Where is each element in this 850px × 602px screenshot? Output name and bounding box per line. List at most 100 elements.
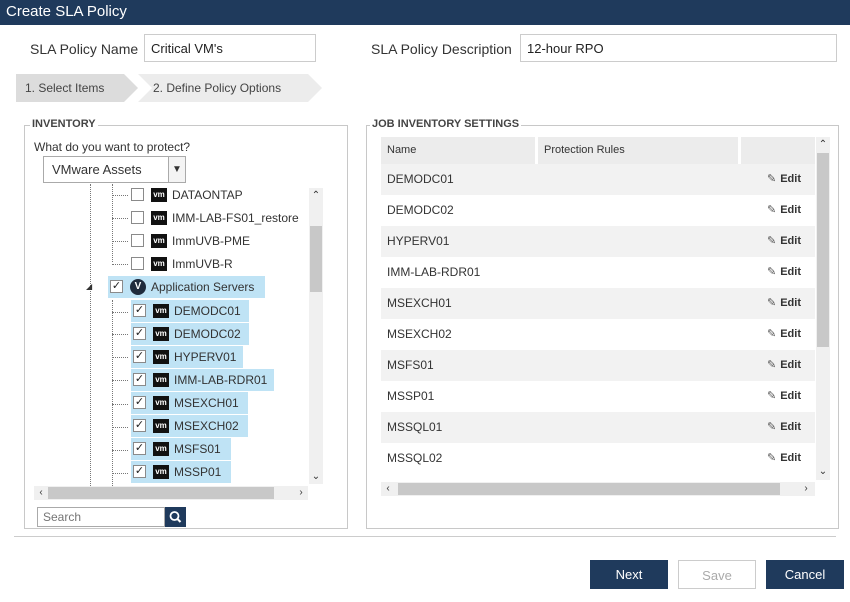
tree-item-label: DEMODC01 xyxy=(174,304,241,318)
policy-description-input[interactable] xyxy=(520,34,837,62)
scroll-right-icon[interactable]: › xyxy=(799,482,813,496)
tree-item[interactable]: ✓ vm MSEXCH02 xyxy=(131,415,248,437)
row-name: MSSP01 xyxy=(387,389,435,403)
vm-icon: vm xyxy=(153,326,169,341)
scroll-up-icon[interactable]: ⌃ xyxy=(816,138,830,152)
scroll-left-icon[interactable]: ‹ xyxy=(34,486,48,500)
checkbox-checked[interactable]: ✓ xyxy=(133,327,146,341)
search-button[interactable] xyxy=(165,507,186,527)
scroll-down-icon[interactable]: ⌄ xyxy=(816,465,830,479)
scroll-right-icon[interactable]: › xyxy=(294,486,308,500)
checkbox-checked[interactable]: ✓ xyxy=(133,373,146,387)
tree-item[interactable]: vm ImmUVB-PME xyxy=(131,230,250,252)
vm-icon: vm xyxy=(151,210,167,225)
table-row: MSSQL01 ✎ Edit xyxy=(381,412,815,443)
inventory-tree[interactable]: ◢ vm DATAONTAP vm IMM-LAB-FS01_restore vm I… xyxy=(34,184,324,486)
chevron-down-icon[interactable]: ▼ xyxy=(168,157,185,182)
checkbox-checked[interactable]: ✓ xyxy=(110,280,123,294)
checkbox-checked[interactable]: ✓ xyxy=(133,465,146,479)
checkbox-checked[interactable]: ✓ xyxy=(133,396,146,410)
tree-item[interactable]: vm DATAONTAP xyxy=(131,184,243,206)
edit-button[interactable]: ✎ Edit xyxy=(767,257,801,288)
tree-item[interactable]: ✓ vm DEMODC02 xyxy=(131,323,249,345)
pencil-icon: ✎ xyxy=(767,204,777,216)
save-button[interactable]: Save xyxy=(678,560,756,589)
checkbox[interactable] xyxy=(131,257,144,271)
vm-icon: vm xyxy=(153,464,169,479)
scrollbar-thumb[interactable] xyxy=(310,226,322,292)
tree-item-label: ImmUVB-PME xyxy=(172,234,250,248)
column-header-name[interactable]: Name xyxy=(381,137,535,164)
row-name: MSSQL01 xyxy=(387,420,443,434)
collapse-icon[interactable]: ◢ xyxy=(86,282,92,291)
edit-button[interactable]: ✎ Edit xyxy=(767,164,801,195)
edit-button[interactable]: ✎ Edit xyxy=(767,226,801,257)
inventory-vertical-scrollbar[interactable] xyxy=(309,188,323,484)
tree-item[interactable]: ✓ vm DEMODC01 xyxy=(131,300,249,322)
vm-icon: vm xyxy=(151,187,167,202)
column-header-protection-rules[interactable]: Protection Rules xyxy=(538,137,738,164)
checkbox[interactable] xyxy=(131,234,144,248)
wizard-step-define-policy[interactable]: 2. Define Policy Options xyxy=(138,74,322,102)
edit-label: Edit xyxy=(780,266,801,278)
checkbox-checked[interactable]: ✓ xyxy=(133,442,146,456)
scroll-down-icon[interactable]: ⌄ xyxy=(309,470,323,484)
policy-name-input[interactable] xyxy=(144,34,316,62)
pencil-icon: ✎ xyxy=(767,421,777,433)
checkbox-checked[interactable]: ✓ xyxy=(133,419,146,433)
tree-item-label: IMM-LAB-RDR01 xyxy=(174,373,268,387)
edit-button[interactable]: ✎ Edit xyxy=(767,350,801,381)
edit-label: Edit xyxy=(780,390,801,402)
vm-icon: vm xyxy=(153,441,169,456)
tree-item[interactable]: vm ImmUVB-R xyxy=(131,253,233,275)
edit-button[interactable]: ✎ Edit xyxy=(767,381,801,412)
edit-button[interactable]: ✎ Edit xyxy=(767,412,801,443)
pencil-icon: ✎ xyxy=(767,452,777,464)
asset-type-select[interactable]: VMware Assets ▼ xyxy=(43,156,186,183)
checkbox[interactable] xyxy=(131,211,144,225)
tree-item-label: DATAONTAP xyxy=(172,188,243,202)
table-row: HYPERV01 ✎ Edit xyxy=(381,226,815,257)
edit-label: Edit xyxy=(780,204,801,216)
vm-icon: vm xyxy=(151,233,167,248)
tree-item-application-servers[interactable]: ✓ V Application Servers xyxy=(108,276,265,298)
job-grid-vertical-scrollbar[interactable] xyxy=(816,137,830,480)
inventory-horizontal-scrollbar[interactable] xyxy=(34,486,308,500)
scrollbar-thumb[interactable] xyxy=(398,483,780,495)
edit-button[interactable]: ✎ Edit xyxy=(767,195,801,226)
scrollbar-thumb[interactable] xyxy=(48,487,274,499)
checkbox[interactable] xyxy=(131,188,144,202)
tree-item-label: IMM-LAB-FS01_restore xyxy=(172,211,299,225)
tree-item[interactable]: ✓ vm HYPERV01 xyxy=(131,346,243,368)
tree-item[interactable]: ✓ vm MSEXCH01 xyxy=(131,392,248,414)
tree-item-label: Application Servers xyxy=(151,280,255,294)
tree-item[interactable]: ✓ vm MSSP01 xyxy=(131,461,231,483)
vapp-icon: V xyxy=(130,278,146,295)
protect-question: What do you want to protect? xyxy=(34,140,191,154)
scrollbar-thumb[interactable] xyxy=(817,153,829,347)
edit-button[interactable]: ✎ Edit xyxy=(767,288,801,319)
checkbox-checked[interactable]: ✓ xyxy=(133,304,146,318)
tree-item[interactable]: ✓ vm MSFS01 xyxy=(131,438,231,460)
wizard-step-select-items[interactable]: 1. Select Items xyxy=(16,74,138,102)
job-grid-horizontal-scrollbar[interactable] xyxy=(381,482,815,496)
cancel-button[interactable]: Cancel xyxy=(766,560,844,589)
scroll-left-icon[interactable]: ‹ xyxy=(381,482,395,496)
edit-button[interactable]: ✎ Edit xyxy=(767,443,801,474)
table-row: MSSP01 ✎ Edit xyxy=(381,381,815,412)
scroll-up-icon[interactable]: ⌃ xyxy=(309,189,323,203)
edit-button[interactable]: ✎ Edit xyxy=(767,319,801,350)
tree-item[interactable]: ✓ vm IMM-LAB-RDR01 xyxy=(131,369,274,391)
next-button[interactable]: Next xyxy=(590,560,668,589)
column-header-actions xyxy=(741,137,815,164)
tree-item-label: MSEXCH02 xyxy=(174,419,239,433)
row-name: MSEXCH01 xyxy=(387,296,452,310)
row-name: DEMODC02 xyxy=(387,203,454,217)
inventory-search-input[interactable] xyxy=(37,507,165,527)
checkbox-checked[interactable]: ✓ xyxy=(133,350,146,364)
window-title: Create SLA Policy xyxy=(0,0,850,25)
tree-item[interactable]: vm IMM-LAB-FS01_restore xyxy=(131,207,299,229)
edit-label: Edit xyxy=(780,173,801,185)
search-icon xyxy=(169,511,182,523)
vm-icon: vm xyxy=(153,395,169,410)
